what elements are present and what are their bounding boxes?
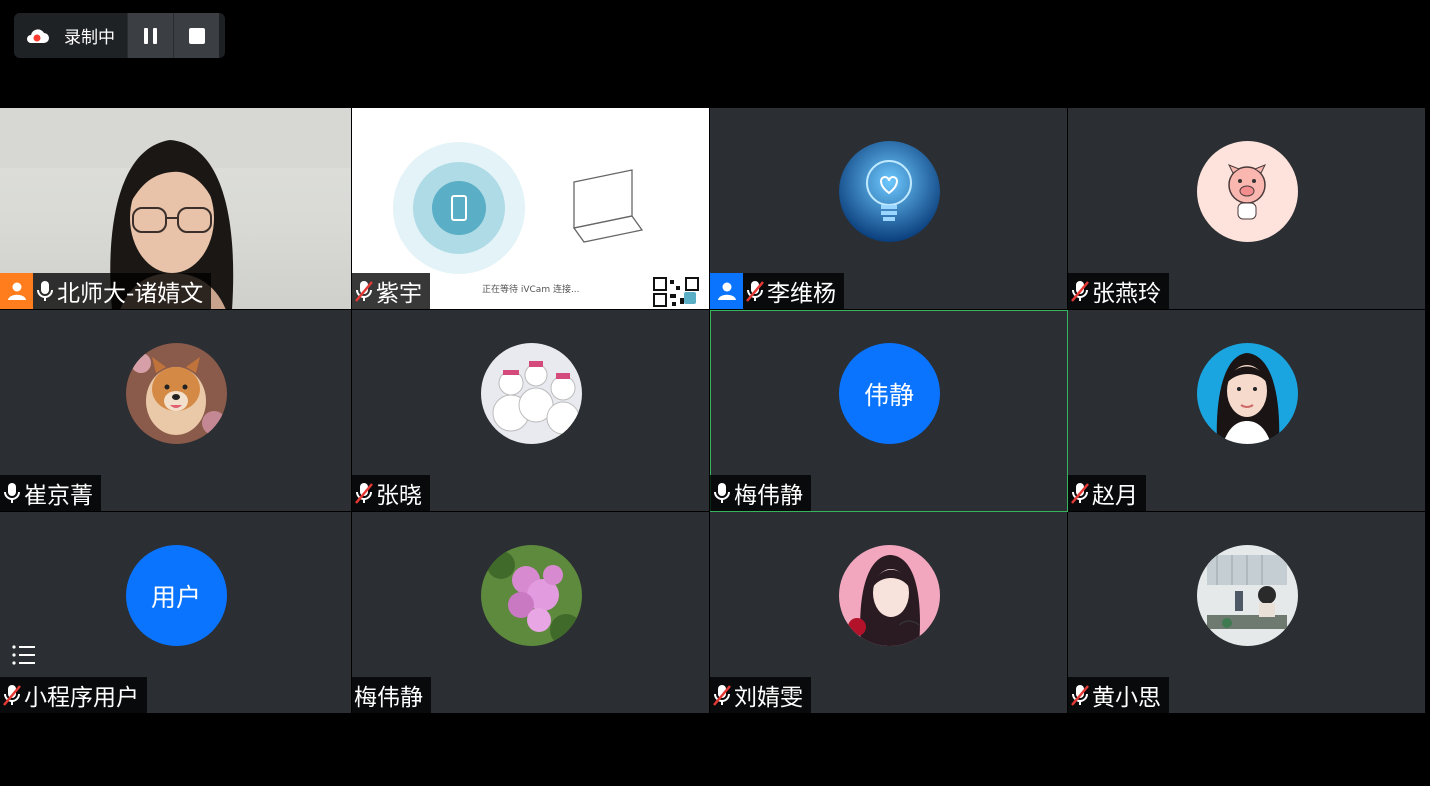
participant-name-tag: 北师大-诸婧文 (0, 273, 212, 309)
participant-avatar (125, 343, 227, 444)
microphone-muted-icon (1070, 683, 1090, 707)
participant-avatar (480, 545, 582, 646)
pause-recording-button[interactable] (127, 13, 173, 58)
participant-tile[interactable]: 李维杨 (710, 108, 1068, 310)
participant-name-tag: 张燕玲 (1068, 273, 1169, 309)
pause-icon (144, 27, 157, 44)
participant-name: 小程序用户 (24, 685, 139, 711)
microphone-muted-icon (745, 279, 765, 303)
participant-avatar (838, 545, 940, 646)
participant-name-tag: 李维杨 (710, 273, 844, 309)
microphone-muted-icon (712, 683, 732, 707)
microphone-muted-icon (1070, 279, 1090, 303)
recording-bar: 录制中 (14, 13, 225, 58)
participant-avatar (1196, 343, 1298, 444)
participant-tile[interactable]: 用户 小程序用户 (0, 512, 352, 714)
participant-name: 崔京菁 (24, 483, 93, 509)
participant-name-tag: 黄小思 (1068, 677, 1169, 713)
participant-name: 李维杨 (767, 281, 836, 307)
participant-name: 张晓 (376, 483, 422, 509)
participant-name-tag: 小程序用户 (0, 677, 147, 713)
participant-name-tag: 张晓 (352, 475, 430, 511)
participant-tile[interactable]: 张燕玲 (1068, 108, 1426, 310)
ivcam-waiting-text: 正在等待 iVCam 连接... (482, 285, 580, 295)
participant-tile[interactable]: 刘婧雯 (710, 512, 1068, 714)
participant-name: 赵月 (1092, 483, 1138, 509)
microphone-icon (35, 279, 55, 303)
participant-name-tag: 梅伟静 (352, 677, 431, 713)
recording-label: 录制中 (64, 28, 115, 48)
participant-avatar (480, 343, 582, 444)
list-icon (12, 645, 35, 665)
participant-tile[interactable]: 北师大-诸婧文 (0, 108, 352, 310)
participant-avatar: 伟静 (838, 343, 940, 444)
participant-avatar: 用户 (125, 545, 227, 646)
microphone-icon (712, 481, 732, 505)
host-icon (0, 273, 33, 309)
microphone-muted-icon (354, 279, 374, 303)
participant-name-tag: 崔京菁 (0, 475, 101, 511)
participant-list-button[interactable] (0, 633, 48, 677)
stop-recording-button[interactable] (173, 13, 219, 58)
participant-name: 紫宇 (376, 281, 422, 307)
participant-tile[interactable]: 黄小思 (1068, 512, 1426, 714)
microphone-muted-icon (1070, 481, 1090, 505)
participant-name-tag: 赵月 (1068, 475, 1146, 511)
participant-tile[interactable]: 崔京菁 (0, 310, 352, 512)
participant-name-tag: 刘婧雯 (710, 677, 811, 713)
participant-name-tag: 紫宇 (352, 273, 430, 309)
participant-avatar (1196, 545, 1298, 646)
participant-tile[interactable]: 梅伟静 (352, 512, 710, 714)
recording-status: 录制中 (14, 13, 127, 58)
participant-name: 梅伟静 (354, 685, 423, 711)
microphone-icon (2, 481, 22, 505)
microphone-muted-icon (354, 481, 374, 505)
cloud-record-icon (24, 27, 50, 45)
participant-name: 刘婧雯 (734, 685, 803, 711)
participant-name: 黄小思 (1092, 685, 1161, 711)
participant-avatar (838, 141, 940, 242)
participant-tile[interactable]: 赵月 (1068, 310, 1426, 512)
participant-tile[interactable]: 正在等待 iVCam 连接... 紫宇 (352, 108, 710, 310)
participant-avatar (1196, 141, 1298, 242)
participant-name: 梅伟静 (734, 483, 803, 509)
microphone-muted-icon (2, 683, 22, 707)
participant-name: 张燕玲 (1092, 281, 1161, 307)
participant-name-tag: 梅伟静 (710, 475, 811, 511)
video-grid: 北师大-诸婧文 正在等待 iVCam 连接... 紫宇 李维杨 张燕玲 崔京菁 … (0, 108, 1428, 714)
participant-name: 北师大-诸婧文 (57, 281, 204, 307)
stop-icon (188, 27, 205, 44)
co-host-icon (710, 273, 743, 309)
participant-tile[interactable]: 张晓 (352, 310, 710, 512)
active-speaker-tile[interactable]: 伟静 梅伟静 (710, 310, 1068, 512)
